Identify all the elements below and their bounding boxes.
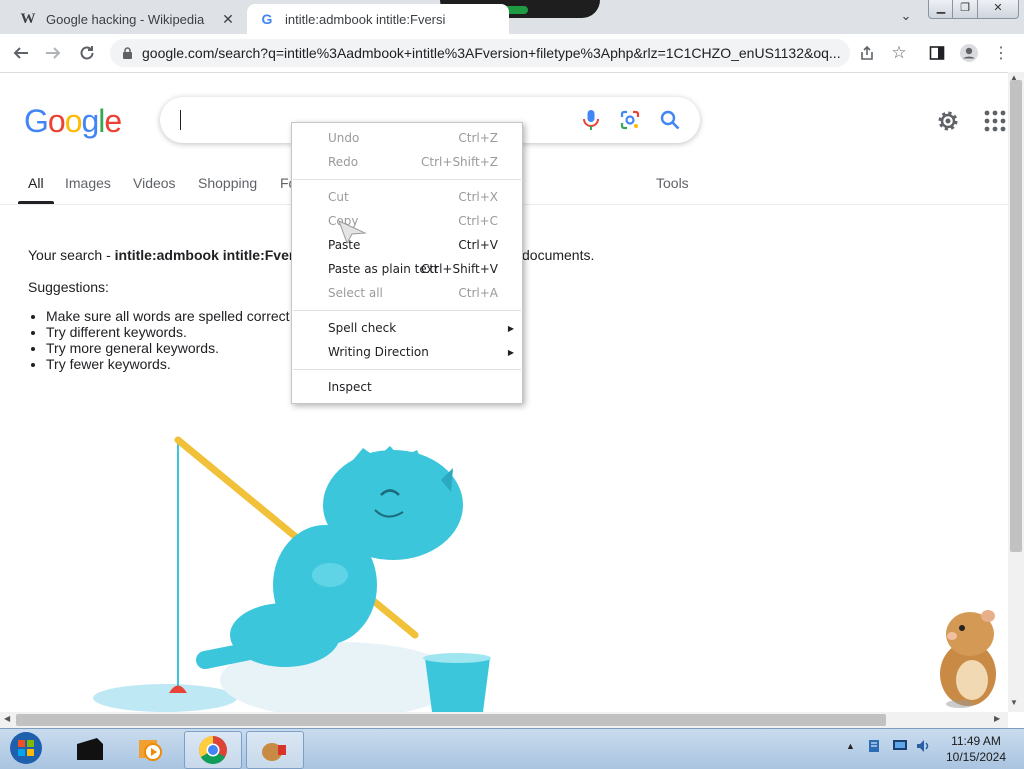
menu-item-inspect[interactable]: Inspect	[292, 376, 522, 398]
menu-item-writing-direction[interactable]: Writing Direction ▶	[292, 341, 522, 363]
side-panel-icon	[929, 46, 945, 60]
lock-icon	[120, 46, 134, 60]
url-text: google.com/search?q=intitle%3Aadmbook+in…	[142, 45, 841, 61]
list-item: Try more general keywords.	[46, 340, 290, 356]
apps-grid-icon	[984, 110, 1006, 132]
system-clock[interactable]: 11:49 AM 10/15/2024	[938, 733, 1014, 765]
taskbar-app-terminal[interactable]	[62, 731, 118, 767]
volume-icon[interactable]	[915, 738, 931, 754]
restore-button[interactable]: ❐	[952, 0, 978, 19]
menu-separator	[293, 179, 521, 180]
reload-icon	[80, 46, 94, 60]
menu-item-select-all[interactable]: Select all Ctrl+A	[292, 282, 522, 304]
menu-item-paste[interactable]: Paste Ctrl+V	[292, 234, 522, 256]
lens-search-button[interactable]	[618, 108, 642, 132]
tab-shopping[interactable]: Shopping	[198, 175, 257, 191]
scroll-down-arrow-icon[interactable]: ▼	[1010, 698, 1018, 707]
vertical-scrollbar-thumb[interactable]	[1010, 80, 1022, 552]
voice-search-button[interactable]	[579, 108, 603, 132]
no-results-suffix: documents.	[522, 247, 595, 263]
tab-wikipedia[interactable]: W Google hacking - Wikipedia ✕	[8, 4, 244, 34]
active-tab-indicator	[18, 201, 54, 204]
tab-tools[interactable]: Tools	[656, 175, 689, 191]
start-button[interactable]	[4, 730, 48, 766]
close-icon[interactable]: ✕	[218, 11, 238, 28]
share-icon	[861, 45, 873, 60]
chevron-down-icon[interactable]: ⌄	[896, 8, 916, 26]
wikipedia-w-icon: W	[20, 10, 36, 27]
profile-button[interactable]	[958, 42, 980, 64]
taskbar-app-hamster[interactable]	[246, 731, 304, 769]
media-player-icon	[139, 740, 162, 761]
list-item: Try fewer keywords.	[46, 356, 290, 372]
suggestions-label: Suggestions:	[28, 279, 109, 295]
bookmark-star-icon[interactable]: ☆	[888, 42, 910, 64]
settings-button[interactable]	[935, 108, 961, 134]
suggestions-list: Make sure all words are spelled correct …	[28, 308, 290, 372]
back-arrow-icon	[13, 47, 28, 59]
menu-item-redo[interactable]: Redo Ctrl+Shift+Z	[292, 151, 522, 173]
window-close-button[interactable]: ✕	[977, 0, 1019, 19]
tab-videos[interactable]: Videos	[133, 175, 176, 191]
search-input[interactable]	[184, 108, 288, 134]
black-box-app-icon	[77, 738, 103, 760]
menu-item-copy[interactable]: Copy Ctrl+C	[292, 210, 522, 232]
clock-time: 11:49 AM	[951, 734, 1001, 748]
windows-logo-icon	[10, 732, 42, 764]
chrome-icon	[199, 736, 227, 764]
hamster-app-icon	[262, 743, 286, 761]
scroll-up-arrow-icon[interactable]: ▲	[1010, 73, 1018, 82]
mouse-pointer-icon	[338, 220, 367, 245]
forward-button[interactable]	[42, 42, 64, 64]
tab-all[interactable]: All	[28, 175, 44, 191]
tab-title: intitle:admbook intitle:Fversi	[285, 11, 446, 27]
submenu-arrow-icon: ▶	[507, 347, 514, 357]
menu-separator	[293, 310, 521, 311]
share-button[interactable]	[856, 42, 878, 64]
taskbar-app-chrome[interactable]	[184, 731, 242, 769]
profile-avatar-icon	[960, 44, 978, 62]
search-icon	[660, 110, 680, 130]
scroll-left-arrow-icon[interactable]: ◀	[4, 714, 10, 723]
submenu-arrow-icon: ▶	[507, 323, 514, 333]
tab-images[interactable]: Images	[65, 175, 111, 191]
menu-item-spell-check[interactable]: Spell check ▶	[292, 317, 522, 339]
google-apps-button[interactable]	[984, 110, 1006, 132]
hamster-sticker	[940, 610, 996, 708]
search-submit-button[interactable]	[658, 108, 682, 132]
context-menu: Undo Ctrl+Z Redo Ctrl+Shift+Z Cut Ctrl+X Co…	[291, 122, 523, 404]
scroll-right-arrow-icon[interactable]: ▶	[994, 714, 1000, 723]
microphone-icon	[583, 110, 599, 130]
no-results-prefix: Your search -	[28, 247, 115, 263]
tab-title: Google hacking - Wikipedia	[46, 11, 205, 27]
google-g-icon: G	[261, 11, 273, 27]
horizontal-scrollbar-thumb[interactable]	[16, 714, 886, 726]
side-panel-button[interactable]	[926, 42, 948, 64]
list-item: Make sure all words are spelled correct	[46, 308, 290, 324]
menu-item-undo[interactable]: Undo Ctrl+Z	[292, 127, 522, 149]
no-results-query: intitle:admbook intitle:Fvers	[114, 247, 303, 263]
action-center-icon[interactable]	[866, 738, 882, 754]
menu-separator	[293, 369, 521, 370]
menu-item-paste-plain-text[interactable]: Paste as plain text Ctrl+Shift+V	[292, 258, 522, 280]
show-hidden-icons-button[interactable]: ▲	[846, 741, 855, 751]
menu-item-cut[interactable]: Cut Ctrl+X	[292, 186, 522, 208]
forward-arrow-icon	[46, 47, 61, 59]
no-results-message: Your search - intitle:admbook intitle:Fv…	[28, 247, 302, 263]
address-bar[interactable]: google.com/search?q=intitle%3Aadmbook+in…	[110, 39, 850, 67]
gear-icon	[938, 111, 958, 131]
list-item: Try different keywords.	[46, 324, 290, 340]
clock-date: 10/15/2024	[945, 750, 1007, 764]
text-cursor	[180, 110, 181, 130]
taskbar-app-media-player[interactable]	[122, 731, 178, 767]
camera-lens-icon	[620, 110, 640, 130]
kebab-menu-icon[interactable]: ⋮	[990, 42, 1012, 64]
google-logo[interactable]: Google	[24, 103, 122, 140]
network-icon[interactable]	[892, 739, 908, 753]
reload-button[interactable]	[76, 42, 98, 64]
minimize-button[interactable]: ▁	[928, 0, 954, 19]
fishing-monster-illustration	[93, 436, 491, 712]
back-button[interactable]	[10, 42, 32, 64]
tab-google-search[interactable]: G intitle:admbook intitle:Fversi	[247, 4, 509, 34]
